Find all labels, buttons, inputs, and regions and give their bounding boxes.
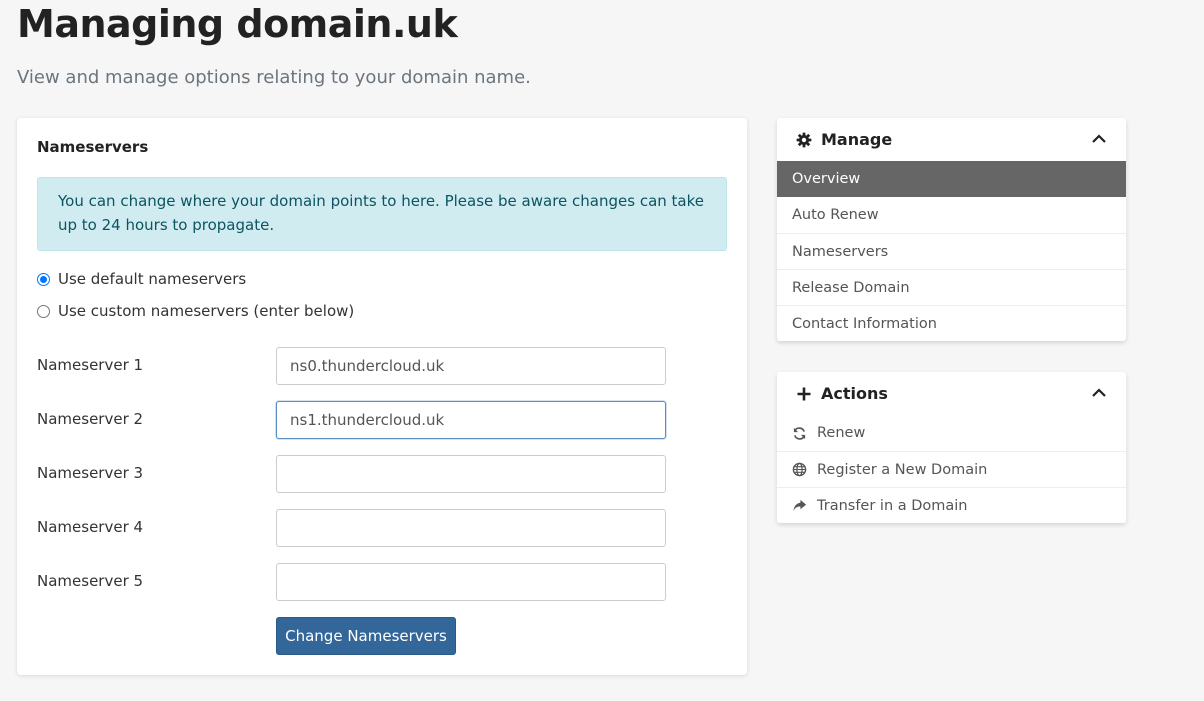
nameservers-card: Nameservers You can change where your do… xyxy=(17,118,747,675)
info-alert: You can change where your domain points … xyxy=(37,177,727,251)
nameserver-1-label: Nameserver 1 xyxy=(37,356,144,374)
radio-custom-nameservers[interactable]: Use custom nameservers (enter below) xyxy=(37,302,354,320)
manage-item-nameservers[interactable]: Nameservers xyxy=(777,233,1126,269)
nameserver-2-input[interactable]: ns1.thundercloud.uk xyxy=(276,401,666,439)
manage-panel: Manage Overview Auto Renew Nameservers R… xyxy=(777,118,1126,341)
nameserver-1-input[interactable]: ns0.thundercloud.uk xyxy=(276,347,666,385)
action-renew[interactable]: Renew xyxy=(777,415,1126,451)
nameserver-5-input[interactable] xyxy=(276,563,666,601)
action-transfer-domain[interactable]: Transfer in a Domain xyxy=(777,487,1126,523)
actions-panel: Actions Renew Register a New Domain Tran… xyxy=(777,372,1126,523)
action-register-label: Register a New Domain xyxy=(817,461,988,478)
nameserver-3-input[interactable] xyxy=(276,455,666,493)
chevron-up-icon[interactable] xyxy=(1091,131,1107,147)
nameserver-5-label: Nameserver 5 xyxy=(37,572,144,590)
manage-item-overview[interactable]: Overview xyxy=(777,161,1126,197)
chevron-up-icon[interactable] xyxy=(1091,385,1107,401)
nameserver-3-label: Nameserver 3 xyxy=(37,464,144,482)
manage-item-auto-renew[interactable]: Auto Renew xyxy=(777,197,1126,233)
radio-default-label: Use default nameservers xyxy=(58,270,247,288)
gear-icon xyxy=(796,132,812,148)
manage-item-release-domain[interactable]: Release Domain xyxy=(777,269,1126,305)
actions-panel-title: Actions xyxy=(821,384,888,403)
manage-item-contact-information[interactable]: Contact Information xyxy=(777,305,1126,341)
action-transfer-label: Transfer in a Domain xyxy=(817,497,968,514)
share-arrow-icon xyxy=(792,498,807,513)
refresh-icon xyxy=(792,426,807,441)
nameserver-4-label: Nameserver 4 xyxy=(37,518,144,536)
card-title: Nameservers xyxy=(37,138,149,156)
action-renew-label: Renew xyxy=(817,425,866,441)
radio-custom-button[interactable] xyxy=(37,304,50,318)
manage-panel-header[interactable]: Manage xyxy=(777,118,1126,161)
page-subtitle: View and manage options relating to your… xyxy=(17,67,531,88)
action-register-new-domain[interactable]: Register a New Domain xyxy=(777,451,1126,487)
nameserver-2-label: Nameserver 2 xyxy=(37,410,144,428)
manage-panel-title: Manage xyxy=(821,130,893,149)
plus-icon xyxy=(796,386,812,402)
radio-custom-label: Use custom nameservers (enter below) xyxy=(58,302,355,320)
nameserver-4-input[interactable] xyxy=(276,509,666,547)
globe-icon xyxy=(792,462,807,477)
radio-default-nameservers[interactable]: Use default nameservers xyxy=(37,270,246,288)
radio-default-button[interactable] xyxy=(37,272,50,286)
actions-panel-header[interactable]: Actions xyxy=(777,372,1126,415)
change-nameservers-button[interactable]: Change Nameservers xyxy=(276,617,456,655)
page-title: Managing domain.uk xyxy=(17,2,458,46)
